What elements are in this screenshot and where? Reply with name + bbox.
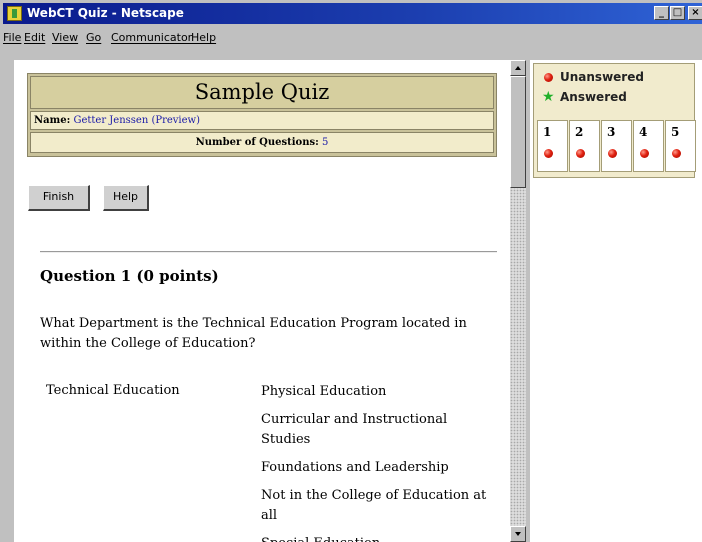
help-button[interactable]: Help (103, 185, 149, 211)
question-number: 4 (639, 125, 648, 139)
name-label: Name: (34, 115, 71, 126)
question-navigator: 1 2 3 4 5 (537, 120, 697, 176)
question-nav-item[interactable]: 3 (601, 120, 632, 172)
menu-edit[interactable]: Edit (24, 31, 45, 44)
answer-choice[interactable]: Physical Education (261, 382, 496, 402)
answer-choice[interactable]: Foundations and Leadership (261, 458, 496, 478)
question-number: 3 (607, 125, 616, 139)
answer-choices: Physical Education Curricular and Instru… (261, 382, 496, 542)
minimize-button[interactable]: _ (654, 6, 669, 20)
netscape-app-icon (7, 6, 22, 21)
maximize-button[interactable]: □ (670, 6, 685, 20)
menu-go[interactable]: Go (86, 31, 101, 44)
question-nav-item[interactable]: 4 (633, 120, 664, 172)
unanswered-dot-icon (672, 149, 681, 158)
question-heading: Question 1 (0 points) (40, 267, 219, 285)
scroll-thumb[interactable] (510, 76, 526, 188)
quiz-frame: Sample Quiz Name: Getter Jenssen (Previe… (14, 60, 510, 542)
scroll-up-button[interactable] (510, 60, 526, 76)
legend-unanswered: Unanswered (560, 70, 644, 84)
answer-choice[interactable]: Curricular and Instructional Studies (261, 410, 496, 450)
question-count-value: 5 (322, 137, 329, 148)
unanswered-dot-icon (544, 149, 553, 158)
window-title: WebCT Quiz - Netscape (27, 6, 184, 20)
question-nav-item[interactable]: 2 (569, 120, 600, 172)
question-nav-item[interactable]: 1 (537, 120, 568, 172)
menu-communicator[interactable]: Communicator (111, 31, 192, 44)
scroll-down-button[interactable] (510, 526, 526, 542)
menu-help[interactable]: Help (191, 31, 216, 44)
title-bar[interactable]: WebCT Quiz - Netscape _ □ × (3, 3, 702, 24)
student-name-link[interactable]: Getter Jenssen (Preview) (73, 115, 200, 126)
question-number: 5 (671, 125, 680, 139)
answered-star-icon: ★ (542, 89, 555, 105)
unanswered-dot-icon (544, 73, 553, 82)
arrow-down-icon (515, 532, 521, 536)
matching-item-label: Technical Education (46, 383, 180, 398)
quiz-header-table: Sample Quiz Name: Getter Jenssen (Previe… (27, 73, 497, 157)
student-name-row: Name: Getter Jenssen (Preview) (30, 111, 494, 130)
unanswered-dot-icon (640, 149, 649, 158)
finish-button[interactable]: Finish (28, 185, 90, 211)
quiz-title: Sample Quiz (30, 76, 494, 109)
unanswered-dot-icon (608, 149, 617, 158)
question-text: What Department is the Technical Educati… (40, 316, 467, 351)
question-count-label: Number of Questions: (195, 137, 319, 148)
browser-window: WebCT Quiz - Netscape _ □ × File Edit Vi… (0, 0, 702, 542)
menu-file[interactable]: File (3, 31, 21, 44)
question-count-row: Number of Questions: 5 (30, 132, 494, 153)
menu-bar: File Edit View Go Communicator Help (3, 26, 702, 48)
question-status-frame: Unanswered ★ Answered 1 2 3 4 5 (530, 60, 702, 542)
answer-choice[interactable]: Special Education (261, 534, 496, 542)
question-number: 1 (543, 125, 552, 139)
question-nav-item[interactable]: 5 (665, 120, 696, 172)
vertical-scrollbar[interactable] (510, 60, 526, 542)
legend-answered: Answered (560, 90, 627, 104)
unanswered-dot-icon (576, 149, 585, 158)
arrow-up-icon (515, 66, 521, 70)
close-button[interactable]: × (688, 6, 702, 20)
status-legend: Unanswered ★ Answered 1 2 3 4 5 (533, 63, 697, 178)
menu-view[interactable]: View (52, 31, 78, 44)
question-number: 2 (575, 125, 584, 139)
answer-choice[interactable]: Not in the College of Education at all (261, 486, 496, 526)
divider (40, 251, 497, 253)
